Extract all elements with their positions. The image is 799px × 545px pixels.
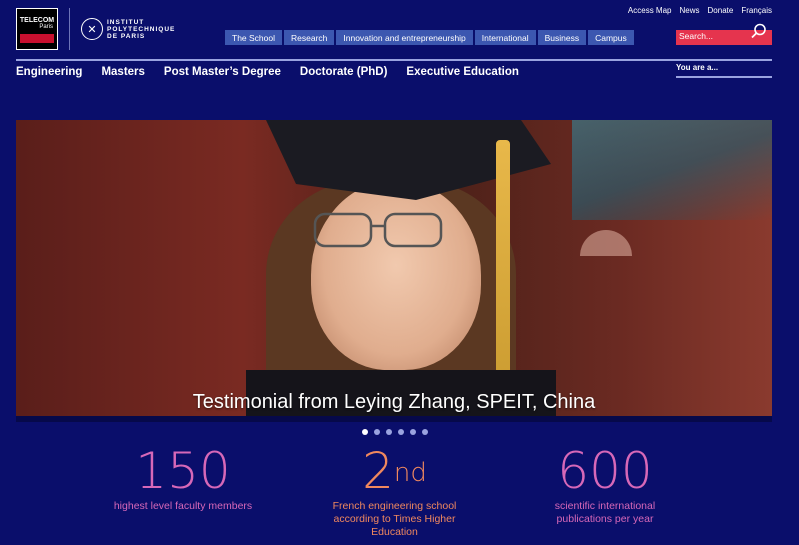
institut-polytechnique-logo[interactable]: ✕ INSTITUT POLYTECHNIQUE DE PARIS bbox=[81, 18, 175, 40]
program-nav: Engineering Masters Post Master’s Degree… bbox=[16, 66, 519, 78]
stat-publications-number: 600 bbox=[557, 442, 653, 500]
utility-links: Access Map News Donate Français bbox=[628, 6, 772, 15]
donate-link[interactable]: Donate bbox=[708, 6, 734, 15]
carousel-dot-6[interactable] bbox=[422, 429, 428, 435]
hero-face bbox=[311, 180, 481, 370]
ip-logo-line2: POLYTECHNIQUE bbox=[107, 25, 176, 33]
ip-logo-text: INSTITUT POLYTECHNIQUE DE PARIS bbox=[107, 19, 175, 40]
telecom-logo-bar bbox=[20, 34, 54, 43]
main-nav: The School Research Innovation and entre… bbox=[225, 30, 634, 45]
stat-faculty-number: 150 bbox=[135, 442, 231, 500]
you-are-dropdown[interactable]: You are a... bbox=[676, 63, 772, 78]
nav-engineering[interactable]: Engineering bbox=[16, 66, 82, 78]
news-link[interactable]: News bbox=[680, 6, 700, 15]
stat-ranking-number: 2 bbox=[362, 442, 394, 500]
ip-logo-line1: INSTITUT bbox=[107, 18, 145, 26]
hero-roof-decoration bbox=[572, 120, 772, 220]
hero-bottom-bar bbox=[16, 416, 772, 422]
telecom-logo-subtext: Paris bbox=[39, 24, 53, 30]
nav-innovation[interactable]: Innovation and entrepreneurship bbox=[336, 30, 473, 45]
header-divider bbox=[16, 59, 772, 61]
ip-emblem-icon: ✕ bbox=[81, 18, 103, 40]
carousel-dot-3[interactable] bbox=[386, 429, 392, 435]
nav-doctorate[interactable]: Doctorate (PhD) bbox=[300, 66, 388, 78]
nav-the-school[interactable]: The School bbox=[225, 30, 282, 45]
stat-publications: 600 scientific international publication… bbox=[540, 446, 670, 526]
logo-divider bbox=[69, 8, 70, 50]
carousel-dots bbox=[362, 429, 428, 435]
nav-research[interactable]: Research bbox=[284, 30, 335, 45]
carousel-dot-1[interactable] bbox=[362, 429, 368, 435]
carousel-dot-4[interactable] bbox=[398, 429, 404, 435]
nav-post-masters[interactable]: Post Master’s Degree bbox=[164, 66, 281, 78]
stat-faculty-label: highest level faculty members bbox=[113, 500, 253, 512]
nav-masters[interactable]: Masters bbox=[101, 66, 144, 78]
hero-lamp bbox=[580, 230, 632, 256]
ip-logo-line3: DE PARIS bbox=[107, 32, 146, 40]
access-map-link[interactable]: Access Map bbox=[628, 6, 672, 15]
hero-glasses bbox=[313, 212, 443, 248]
carousel-dot-2[interactable] bbox=[374, 429, 380, 435]
hero-slide[interactable]: Testimonial from Leying Zhang, SPEIT, Ch… bbox=[16, 120, 772, 416]
telecom-logo-text: TELECOM bbox=[19, 17, 55, 24]
stat-ranking-number-wrap: 2nd bbox=[322, 446, 467, 496]
nav-international[interactable]: International bbox=[474, 30, 536, 45]
nav-business[interactable]: Business bbox=[537, 30, 587, 45]
stat-faculty: 150 highest level faculty members bbox=[113, 446, 253, 513]
stat-ranking: 2nd French engineering school according … bbox=[322, 446, 467, 539]
telecom-paris-logo[interactable]: TELECOM Paris bbox=[16, 8, 58, 50]
francais-link[interactable]: Français bbox=[741, 6, 772, 15]
search-icon[interactable] bbox=[751, 23, 767, 39]
nav-executive-education[interactable]: Executive Education bbox=[406, 66, 518, 78]
stat-ranking-suffix: nd bbox=[393, 458, 427, 488]
stat-publications-label: scientific international publications pe… bbox=[554, 500, 656, 525]
hero-caption[interactable]: Testimonial from Leying Zhang, SPEIT, Ch… bbox=[16, 391, 772, 414]
nav-campus[interactable]: Campus bbox=[588, 30, 634, 45]
carousel-dot-5[interactable] bbox=[410, 429, 416, 435]
stat-ranking-label: French engineering school according to T… bbox=[332, 500, 457, 538]
